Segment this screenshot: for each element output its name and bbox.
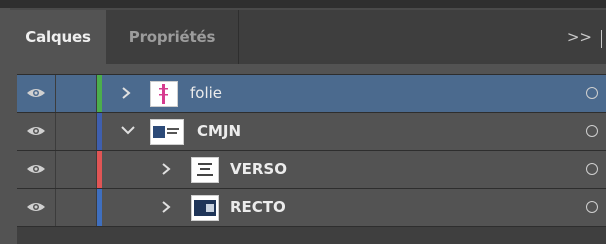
panel-menu-divider xyxy=(601,30,602,48)
eye-icon xyxy=(27,89,45,97)
layer-name: VERSO xyxy=(230,160,287,178)
chevron-down-icon xyxy=(121,126,135,135)
layer-thumbnail xyxy=(191,195,219,221)
layer-name: RECTO xyxy=(230,198,286,216)
lock-toggle[interactable] xyxy=(55,75,97,112)
target-circle-icon[interactable] xyxy=(586,163,598,175)
layer-color-bar xyxy=(97,113,102,150)
lock-toggle[interactable] xyxy=(55,151,97,188)
chevron-right-icon xyxy=(162,201,171,213)
layers-list: folie CMJN VERSO RECTO xyxy=(17,74,606,244)
layer-name: CMJN xyxy=(197,122,242,140)
layer-row-verso[interactable]: VERSO xyxy=(17,151,606,189)
layer-thumbnail xyxy=(191,157,219,183)
tab-layers[interactable]: Calques xyxy=(10,10,106,64)
window-top-strip xyxy=(0,0,606,8)
target-circle-icon[interactable] xyxy=(586,125,598,137)
visibility-toggle[interactable] xyxy=(17,189,55,226)
lock-toggle[interactable] xyxy=(55,113,97,150)
panel-tab-bar: Calques Propriétés >> xyxy=(10,8,606,64)
panel-expand-button[interactable]: >> xyxy=(567,10,592,64)
tab-properties[interactable]: Propriétés xyxy=(106,10,239,64)
eye-icon xyxy=(27,127,45,135)
layer-row-cmjn[interactable]: CMJN xyxy=(17,113,606,151)
visibility-toggle[interactable] xyxy=(17,151,55,188)
layer-row-folie[interactable]: folie xyxy=(17,75,606,113)
expand-toggle[interactable] xyxy=(117,113,137,150)
layer-thumbnail xyxy=(150,81,178,107)
eye-icon xyxy=(27,165,45,173)
chevron-right-icon xyxy=(122,87,131,99)
layer-thumbnail xyxy=(150,119,184,145)
expand-toggle[interactable] xyxy=(117,75,137,112)
layer-color-bar xyxy=(97,189,102,226)
eye-icon xyxy=(27,203,45,211)
layer-name: folie xyxy=(190,84,223,102)
target-circle-icon[interactable] xyxy=(586,87,598,99)
chevron-right-icon xyxy=(162,163,171,175)
expand-toggle[interactable] xyxy=(157,151,177,188)
visibility-toggle[interactable] xyxy=(17,75,55,112)
target-circle-icon[interactable] xyxy=(586,201,598,213)
expand-toggle[interactable] xyxy=(157,189,177,226)
visibility-toggle[interactable] xyxy=(17,113,55,150)
layer-color-bar xyxy=(97,75,102,112)
layer-row-recto[interactable]: RECTO xyxy=(17,189,606,227)
layers-panel: folie CMJN VERSO RECTO xyxy=(10,64,606,244)
layer-color-bar xyxy=(97,151,102,188)
lock-toggle[interactable] xyxy=(55,189,97,226)
